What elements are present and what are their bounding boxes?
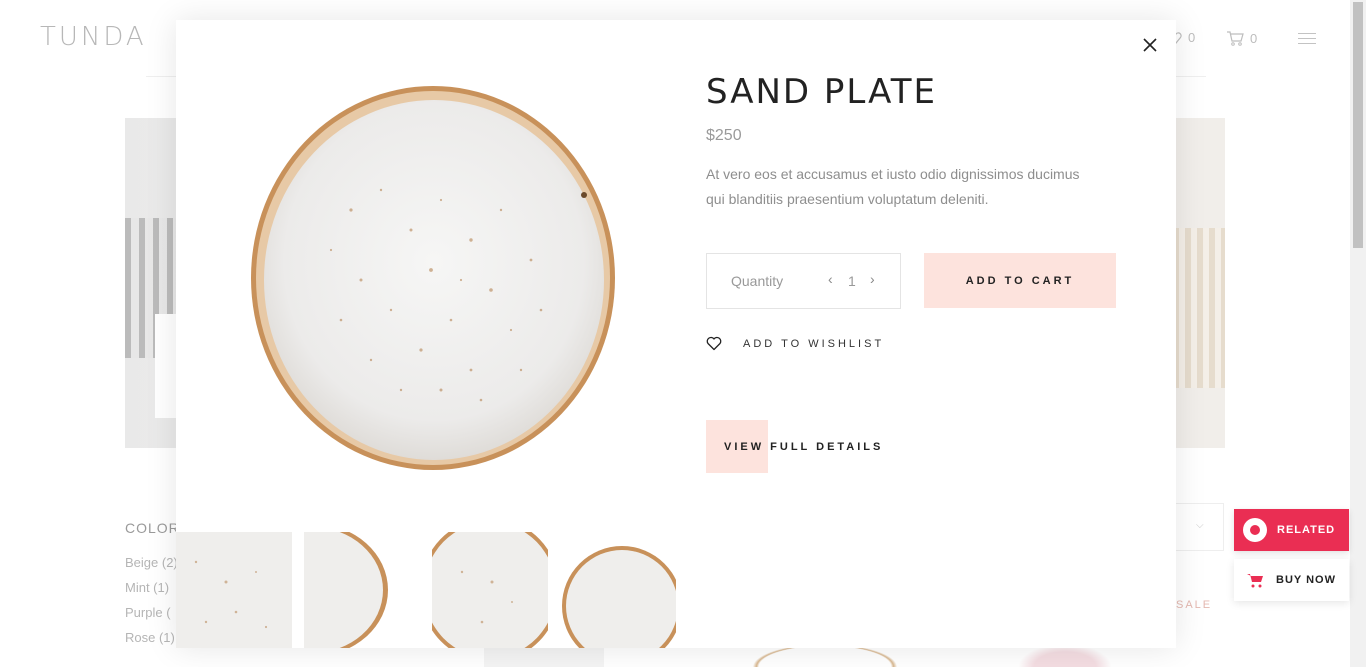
quick-view-modal: SAND PLATE $250 At vero eos et accusamus… — [176, 20, 1176, 648]
chair-image — [1173, 228, 1225, 388]
chevron-down-icon: ⌵ — [1196, 520, 1204, 531]
heart-icon — [706, 336, 722, 351]
filter-item-purple[interactable]: Purple ( — [125, 605, 178, 630]
quantity-stepper: Quantity ‹ 1 › — [706, 253, 901, 309]
cart-count: 0 — [1250, 30, 1258, 46]
thumbnail-strip — [176, 532, 676, 648]
cart-icon — [1247, 573, 1263, 587]
filter-item-mint[interactable]: Mint (1) — [125, 580, 178, 605]
product-description: At vero eos et accusamus et iusto odio d… — [706, 166, 1080, 207]
thumbnail-3[interactable] — [432, 532, 548, 648]
product-price: $250 — [706, 127, 742, 144]
thumbnail-2[interactable] — [304, 532, 420, 648]
sort-dropdown[interactable]: ⌵ — [1176, 503, 1224, 551]
product-title: SAND PLATE — [706, 72, 937, 112]
filter-item-beige[interactable]: Beige (2) — [125, 555, 178, 580]
filter-item-rose[interactable]: Rose (1) — [125, 630, 178, 655]
add-to-cart-button[interactable]: ADD TO CART — [924, 253, 1116, 308]
site-logo[interactable]: TUNDA — [40, 22, 147, 52]
thumbnail-1[interactable] — [176, 532, 292, 648]
chevron-right-icon[interactable]: › — [870, 271, 875, 287]
hamburger-menu-icon[interactable] — [1298, 33, 1316, 45]
sale-badge: SALE — [1176, 599, 1213, 611]
quantity-value[interactable]: 1 — [848, 273, 856, 289]
color-filter-list: Beige (2) Mint (1) Purple ( Rose (1) — [125, 555, 178, 655]
buy-now-button[interactable]: BUY NOW — [1234, 559, 1349, 601]
view-details-label: VIEW FULL DETAILS — [724, 440, 884, 453]
chevron-left-icon[interactable]: ‹ — [828, 271, 833, 287]
cart-icon — [1227, 31, 1244, 46]
wishlist-count: 0 — [1188, 30, 1196, 45]
buy-now-label: BUY NOW — [1276, 574, 1336, 586]
filter-title: COLOR — [125, 520, 180, 536]
header-cart[interactable]: 0 — [1226, 30, 1257, 46]
page-scrollbar[interactable] — [1350, 0, 1366, 667]
close-icon[interactable] — [1142, 37, 1158, 53]
related-label: RELATED — [1277, 524, 1336, 536]
wishlist-label: ADD TO WISHLIST — [743, 337, 885, 350]
product-main-image — [251, 86, 615, 470]
view-full-details-link[interactable]: VIEW FULL DETAILS — [706, 420, 883, 473]
quantity-label: Quantity — [731, 273, 784, 289]
add-to-wishlist-link[interactable]: ADD TO WISHLIST — [706, 336, 884, 351]
thumbnail-4[interactable] — [560, 532, 676, 648]
scrollbar-thumb[interactable] — [1353, 2, 1363, 248]
related-button[interactable]: RELATED — [1234, 509, 1349, 551]
related-icon — [1243, 518, 1267, 542]
